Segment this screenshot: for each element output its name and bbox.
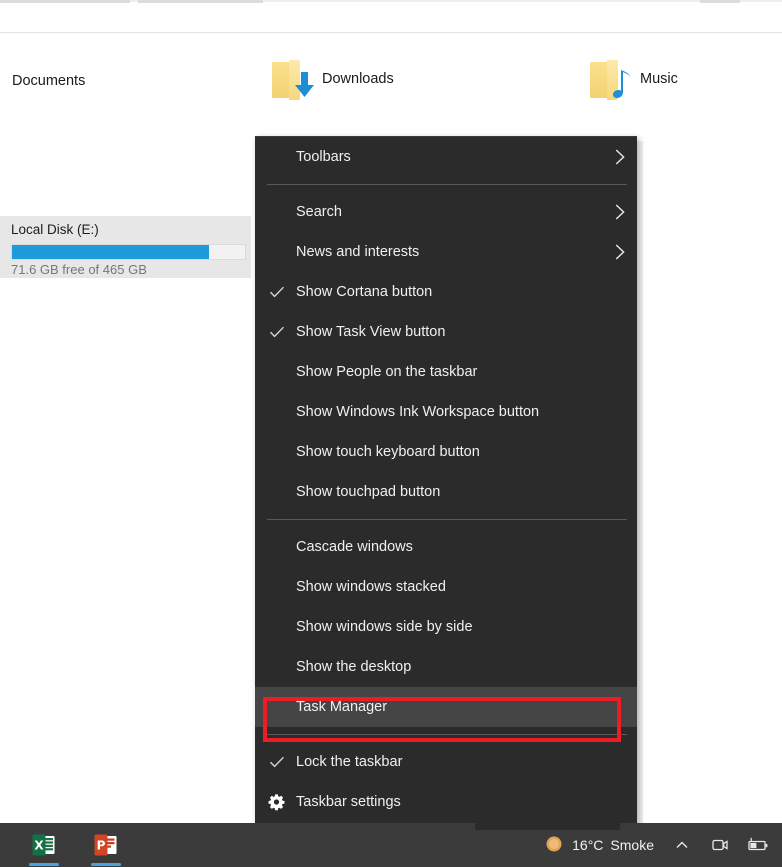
menu-item-label: Show Cortana button <box>296 283 433 300</box>
menu-separator <box>267 519 627 520</box>
file-item-documents[interactable]: Documents <box>12 51 85 111</box>
menu-item-label: Show Windows Ink Workspace button <box>296 403 540 420</box>
drive-capacity-text: 71.6 GB free of 465 GB <box>11 262 147 277</box>
weather-condition: Smoke <box>610 837 654 853</box>
menu-item-label: Show touch keyboard button <box>296 443 480 460</box>
menu-item-search[interactable]: Search <box>255 192 637 232</box>
window-tab-stub-2 <box>138 0 263 3</box>
file-label-documents: Documents <box>12 73 86 89</box>
screen-root: Documents Downloads Music Local Disk (E:… <box>0 0 782 867</box>
menu-item-label: Show the desktop <box>296 658 412 675</box>
menu-item-label: Toolbars <box>296 148 351 165</box>
chevron-right-icon <box>615 204 625 220</box>
drive-capacity-bar <box>11 244 246 260</box>
meet-now-button[interactable] <box>702 823 738 867</box>
window-tab-stub-1 <box>0 0 130 3</box>
meet-now-camera-icon <box>712 839 728 851</box>
menu-item-label: Search <box>296 203 342 220</box>
taskbar-app-excel[interactable]: X <box>20 823 68 867</box>
toolbar-divider <box>0 32 782 33</box>
menu-item-taskbar-settings[interactable]: Taskbar settings <box>255 782 637 822</box>
weather-haze-icon <box>546 836 562 852</box>
battery-button[interactable] <box>740 823 776 867</box>
folder-downloads-icon <box>270 58 314 100</box>
chevron-up-icon <box>676 841 688 848</box>
svg-text:P: P <box>97 839 106 853</box>
drive-label: Local Disk (E:) <box>11 222 99 237</box>
window-tab-stub-3 <box>700 0 740 3</box>
running-indicator-powerpoint <box>91 863 121 866</box>
menu-item-show-windows-ink-workspace-button[interactable]: Show Windows Ink Workspace button <box>255 392 637 432</box>
battery-icon <box>748 837 768 851</box>
drive-capacity-fill <box>12 245 210 259</box>
weather-flyout-edge <box>475 820 620 830</box>
menu-item-label: Show People on the taskbar <box>296 363 478 380</box>
check-icon <box>269 326 285 338</box>
menu-item-label: Show Task View button <box>296 323 446 340</box>
excel-icon: X <box>32 834 55 856</box>
menu-item-show-people-on-the-taskbar[interactable]: Show People on the taskbar <box>255 352 637 392</box>
menu-item-label: Lock the taskbar <box>296 753 403 770</box>
running-indicator-excel <box>29 863 59 866</box>
file-label-music: Music <box>640 71 678 87</box>
folder-music-icon <box>588 58 632 100</box>
gear-icon <box>268 794 285 811</box>
file-item-downloads[interactable]: Downloads <box>270 49 394 109</box>
menu-item-label: News and interests <box>296 243 420 260</box>
menu-item-toolbars[interactable]: Toolbars <box>255 137 637 177</box>
file-label-downloads: Downloads <box>322 71 394 87</box>
taskbar[interactable]: X P 16°C Smoke <box>0 823 782 867</box>
menu-item-show-cortana-button[interactable]: Show Cortana button <box>255 272 637 312</box>
menu-separator <box>267 184 627 185</box>
menu-item-show-windows-side-by-side[interactable]: Show windows side by side <box>255 607 637 647</box>
chevron-right-icon <box>615 149 625 165</box>
menu-item-lock-the-taskbar[interactable]: Lock the taskbar <box>255 742 637 782</box>
menu-item-news-and-interests[interactable]: News and interests <box>255 232 637 272</box>
menu-item-label: Show windows side by side <box>296 618 473 635</box>
menu-item-label: Show windows stacked <box>296 578 446 595</box>
svg-text:X: X <box>34 839 44 853</box>
taskbar-app-buttons: X P <box>0 823 130 867</box>
file-item-music[interactable]: Music <box>588 49 678 109</box>
file-list: Documents Downloads Music <box>0 45 782 125</box>
menu-item-show-task-view-button[interactable]: Show Task View button <box>255 312 637 352</box>
menu-separator <box>267 734 627 735</box>
weather-temperature: 16°C <box>572 837 604 853</box>
menu-item-label: Taskbar settings <box>296 793 401 810</box>
taskbar-context-menu[interactable]: Toolbars Search News and interests Show Cor… <box>255 136 643 834</box>
menu-item-show-windows-stacked[interactable]: Show windows stacked <box>255 567 637 607</box>
menu-item-task-manager[interactable]: Task Manager <box>255 687 637 727</box>
powerpoint-icon: P <box>94 834 117 856</box>
chevron-right-icon <box>615 244 625 260</box>
menu-item-label: Task Manager <box>296 698 388 715</box>
menu-item-show-touchpad-button[interactable]: Show touchpad button <box>255 472 637 512</box>
check-icon <box>269 286 285 298</box>
check-icon <box>269 756 285 768</box>
taskbar-app-powerpoint[interactable]: P <box>82 823 130 867</box>
show-hidden-icons-button[interactable] <box>664 823 700 867</box>
menu-item-show-touch-keyboard-button[interactable]: Show touch keyboard button <box>255 432 637 472</box>
menu-item-show-the-desktop[interactable]: Show the desktop <box>255 647 637 687</box>
menu-item-cascade-windows[interactable]: Cascade windows <box>255 527 637 567</box>
menu-item-label: Show touchpad button <box>296 483 441 500</box>
menu-item-label: Cascade windows <box>296 538 413 555</box>
drive-item-local-disk-e[interactable]: Local Disk (E:) 71.6 GB free of 465 GB <box>0 216 251 278</box>
